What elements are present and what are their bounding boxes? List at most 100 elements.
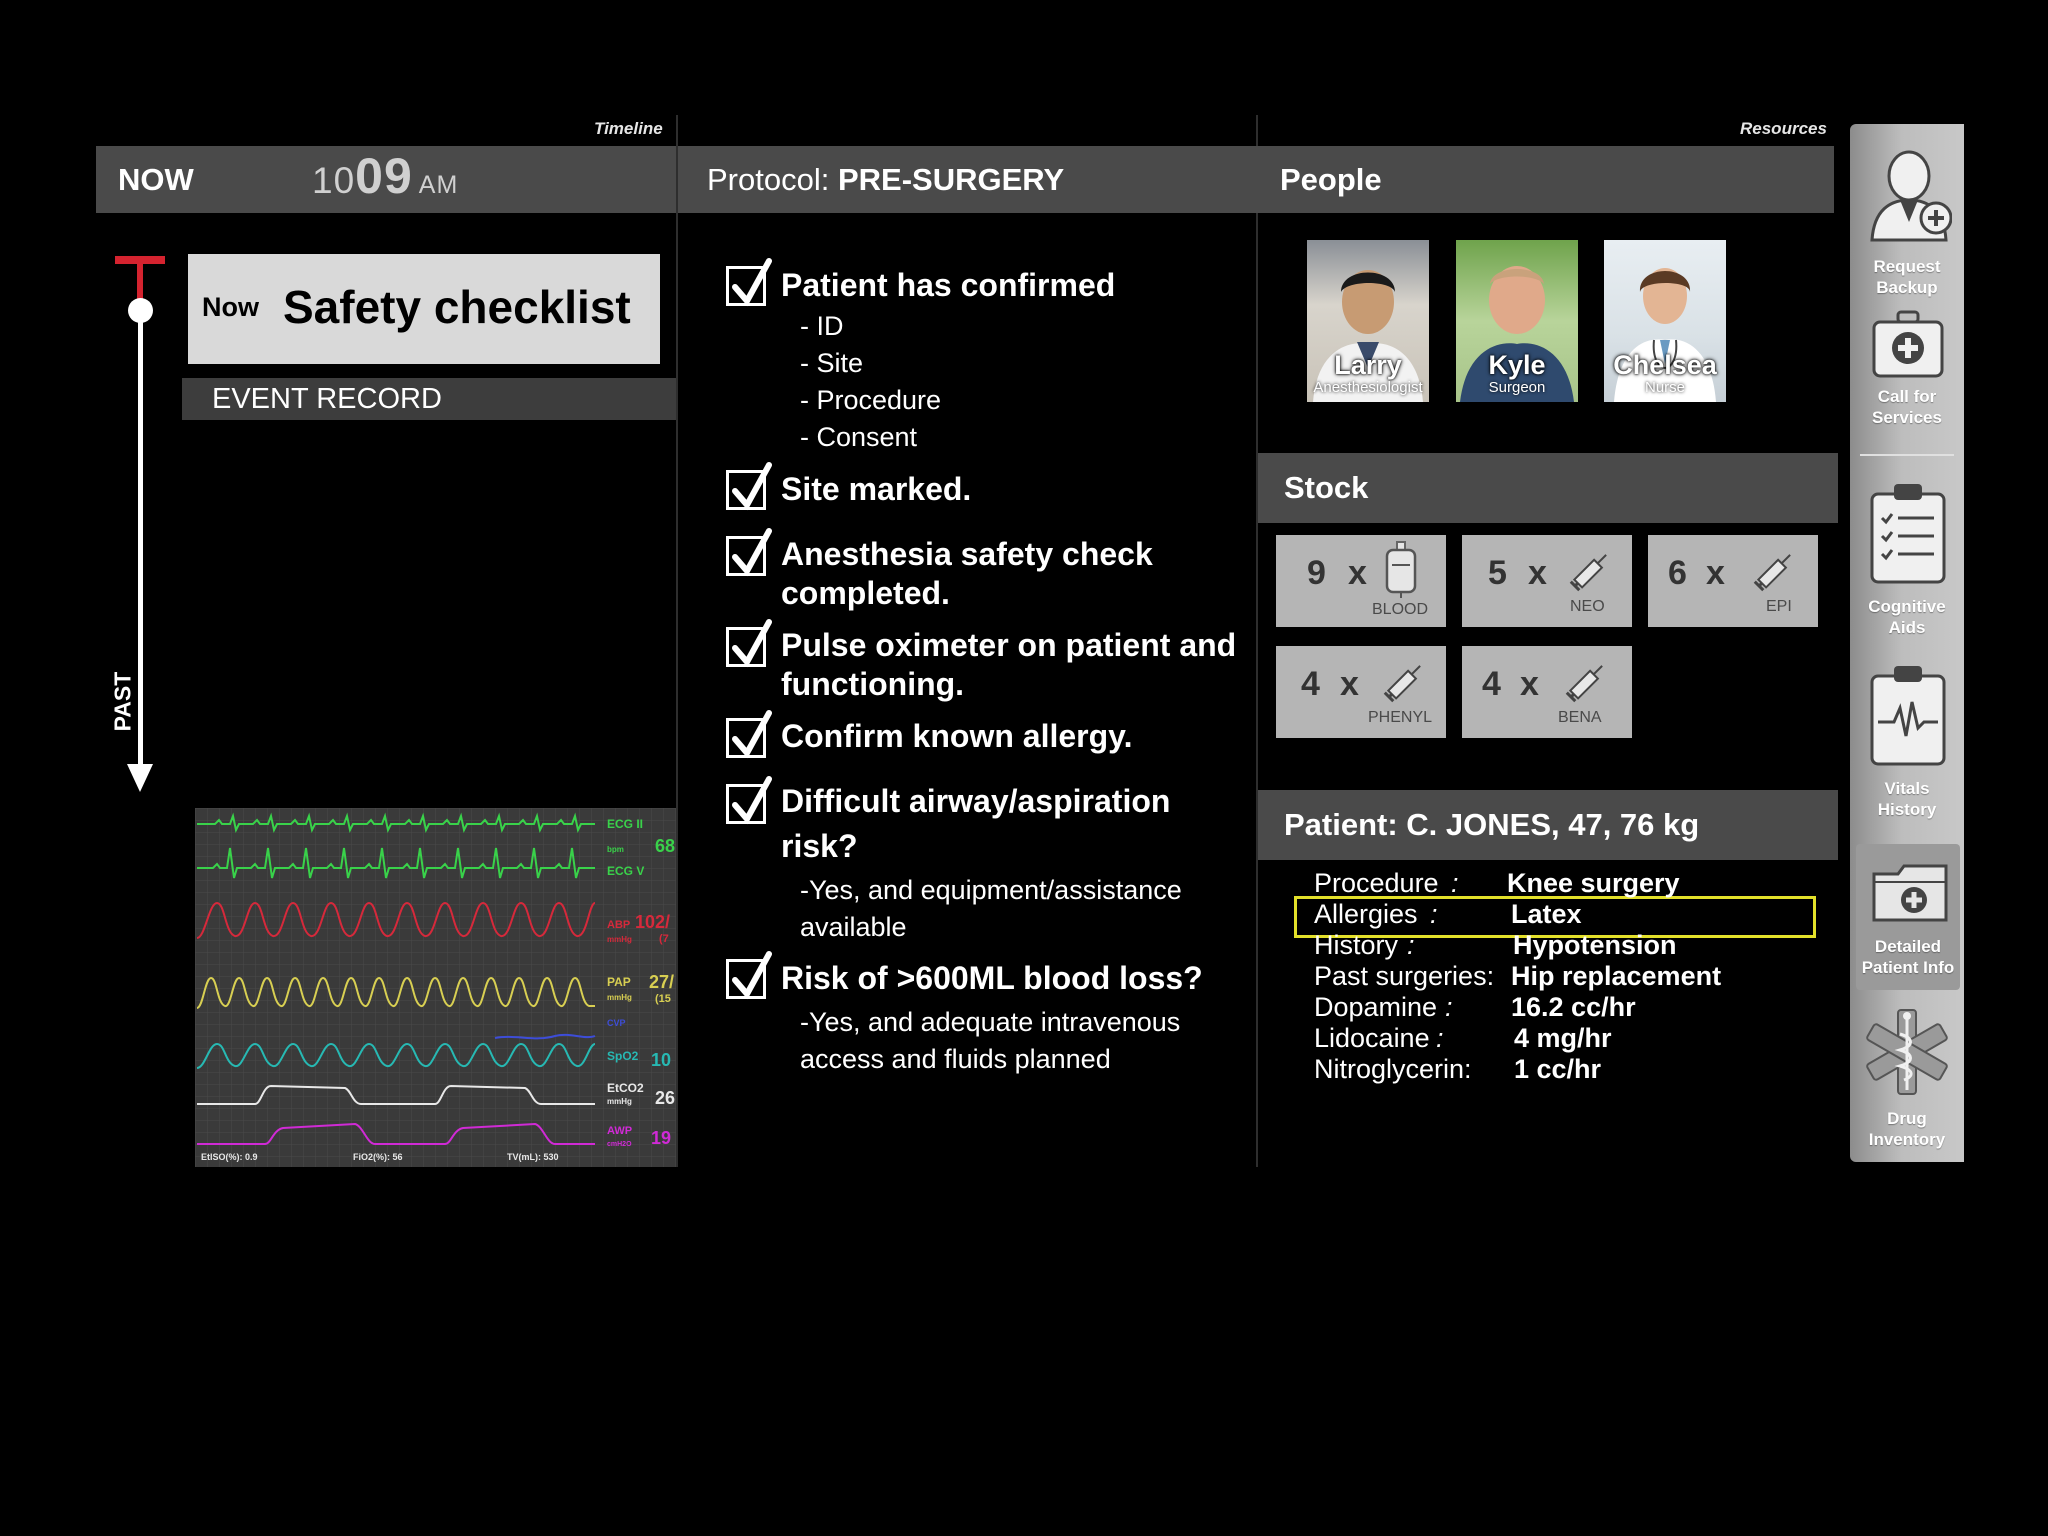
vitals-history-button[interactable]: Vitals History	[1850, 664, 1964, 824]
check-item-sub: - Consent	[800, 422, 918, 452]
stock-tile-blood[interactable]: 9 x BLOOD	[1276, 535, 1446, 627]
patient-value: Latex	[1511, 899, 1582, 929]
stock-x: x	[1348, 554, 1367, 592]
event-record-bar[interactable]: EVENT RECORD	[182, 378, 676, 420]
pap-unit: mmHg	[607, 993, 632, 1002]
protocol-name: PRE-SURGERY	[837, 162, 1065, 197]
stock-tile-bena[interactable]: 4 x BENA	[1462, 646, 1632, 738]
timeline-now-marker-stem	[137, 256, 143, 304]
monitor-footer-1: EtISO(%): 0.9	[201, 1152, 258, 1162]
person-card-kyle[interactable]: Kyle Surgeon	[1456, 240, 1578, 402]
check-item-title-cont: functioning.	[781, 666, 965, 702]
sidebar-item-label: Detailed Patient Info	[1861, 937, 1955, 977]
sidebar-item-label: Request Backup	[1873, 257, 1941, 297]
patient-label: Past surgeries:	[1314, 961, 1495, 991]
patient-label: Procedure	[1314, 868, 1439, 898]
checkbox-site-marked[interactable]	[726, 462, 772, 511]
stock-name: BLOOD	[1372, 601, 1429, 618]
event-title: Safety checklist	[283, 281, 631, 333]
check-item-title: Difficult airway/aspiration	[781, 783, 1171, 819]
checkbox-pulse-oximeter[interactable]	[726, 619, 772, 668]
check-item-title: Pulse oximeter on patient and	[781, 627, 1237, 663]
drug-inventory-button[interactable]: Drug Inventory	[1850, 1004, 1964, 1154]
stock-title: Stock	[1284, 470, 1369, 505]
awp-unit: cmH2O	[607, 1141, 632, 1148]
protocol-checklist: Patient has confirmed - ID - Site - Proc…	[724, 258, 1254, 1082]
cvp-label: CVP	[607, 1018, 626, 1028]
person-card-chelsea[interactable]: Chelsea Nurse	[1604, 240, 1726, 402]
check-item-title: Patient has confirmed	[781, 267, 1116, 303]
stock-count: 9	[1307, 554, 1326, 592]
syringe-icon	[1565, 665, 1603, 703]
person-role: Anesthesiologist	[1313, 379, 1423, 396]
checkbox-patient-confirmed[interactable]	[726, 258, 772, 307]
protocol-prefix: Protocol:	[707, 162, 838, 197]
check-item-sub: available	[800, 912, 907, 942]
check-item-title-cont: completed.	[781, 575, 950, 611]
vitals-monitor[interactable]: ECG II bpm 68 ECG V ABP 102/ mmHg (7 PAP…	[195, 808, 677, 1167]
abp-sub: (7	[659, 933, 669, 945]
blood-bag-icon	[1385, 541, 1417, 598]
patient-label: Dopamine	[1314, 992, 1438, 1022]
patient-value: Hypotension	[1513, 930, 1677, 960]
event-record-label: EVENT RECORD	[212, 383, 442, 415]
tool-sidebar: Request Backup Call for Services Cognitive…	[1850, 124, 1964, 1162]
awp-label: AWP	[607, 1125, 632, 1137]
divider-timeline	[676, 115, 678, 1167]
hr-value: 68	[655, 836, 675, 856]
people-header: People	[1258, 146, 1834, 213]
past-label: PAST	[109, 671, 136, 732]
checkbox-known-allergy[interactable]	[726, 710, 772, 759]
patient-label: Nitroglycerin:	[1314, 1054, 1472, 1084]
clipboard-vitals-icon	[1870, 666, 1946, 766]
person-card-larry[interactable]: Larry Anesthesiologist	[1307, 240, 1429, 402]
abp-value: 102/	[635, 912, 670, 932]
stock-count: 4	[1301, 665, 1320, 703]
spo2-value: 10	[651, 1050, 671, 1070]
patient-label: Allergies	[1314, 899, 1418, 929]
stock-count: 6	[1668, 554, 1687, 592]
patient-value: Hip replacement	[1511, 961, 1722, 991]
cognitive-aids-button[interactable]: Cognitive Aids	[1850, 482, 1964, 642]
patient-info: Procedure: Knee surgery Allergies: Latex…	[1314, 868, 1814, 1098]
checkbox-blood-loss[interactable]	[726, 951, 772, 1000]
medical-kit-icon	[1872, 310, 1944, 378]
ecg-ii-label: ECG II	[607, 817, 643, 831]
abp-unit: mmHg	[607, 935, 632, 944]
check-item-sub: -Yes, and equipment/assistance	[800, 875, 1182, 905]
checkbox-difficult-airway[interactable]	[726, 776, 772, 825]
patient-value: 1 cc/hr	[1514, 1054, 1602, 1084]
abp-label: ABP	[607, 919, 630, 931]
patient-header: Patient: C. JONES, 47, 76 kg	[1258, 790, 1838, 860]
syringe-icon	[1753, 554, 1791, 592]
vitals-waveforms: ECG II bpm 68 ECG V ABP 102/ mmHg (7 PAP…	[195, 808, 677, 1167]
sidebar-item-label: Cognitive Aids	[1868, 597, 1946, 637]
detailed-patient-info-button[interactable]: Detailed Patient Info	[1856, 844, 1960, 990]
spo2-label: SpO2	[607, 1049, 639, 1063]
syringe-icon	[1569, 554, 1607, 592]
stock-header: Stock	[1258, 453, 1838, 523]
stock-x: x	[1340, 665, 1359, 703]
pap-value: 27/	[649, 972, 674, 992]
clock-hour: 10	[312, 160, 356, 201]
syringe-icon	[1383, 665, 1421, 703]
stock-count: 4	[1482, 665, 1501, 703]
stock-name: EPI	[1766, 598, 1792, 615]
event-card-safety-checklist[interactable]: Now Safety checklist	[188, 254, 660, 364]
clock-minute: 09	[355, 148, 413, 204]
etco2-label: EtCO2	[607, 1081, 644, 1095]
timeline-now-dot[interactable]	[128, 298, 153, 323]
stock-tile-phenyl[interactable]: 4 x PHENYL	[1276, 646, 1446, 738]
patient-label: Lidocaine	[1314, 1023, 1430, 1053]
clock-ampm: AM	[418, 171, 459, 199]
stock-tile-neo[interactable]: 5 x NEO	[1462, 535, 1632, 627]
monitor-footer-3: TV(mL): 530	[507, 1152, 559, 1162]
resources-caption: Resources	[1740, 119, 1827, 138]
call-for-services-button[interactable]: Call for Services	[1850, 306, 1964, 446]
caduceus-icon	[1866, 1009, 1948, 1095]
now-label: NOW	[118, 162, 194, 197]
check-item-sub: - Procedure	[800, 385, 942, 415]
request-backup-button[interactable]: Request Backup	[1850, 136, 1964, 297]
stock-tile-epi[interactable]: 6 x EPI	[1648, 535, 1818, 627]
checkbox-anesthesia-check[interactable]	[726, 528, 772, 577]
